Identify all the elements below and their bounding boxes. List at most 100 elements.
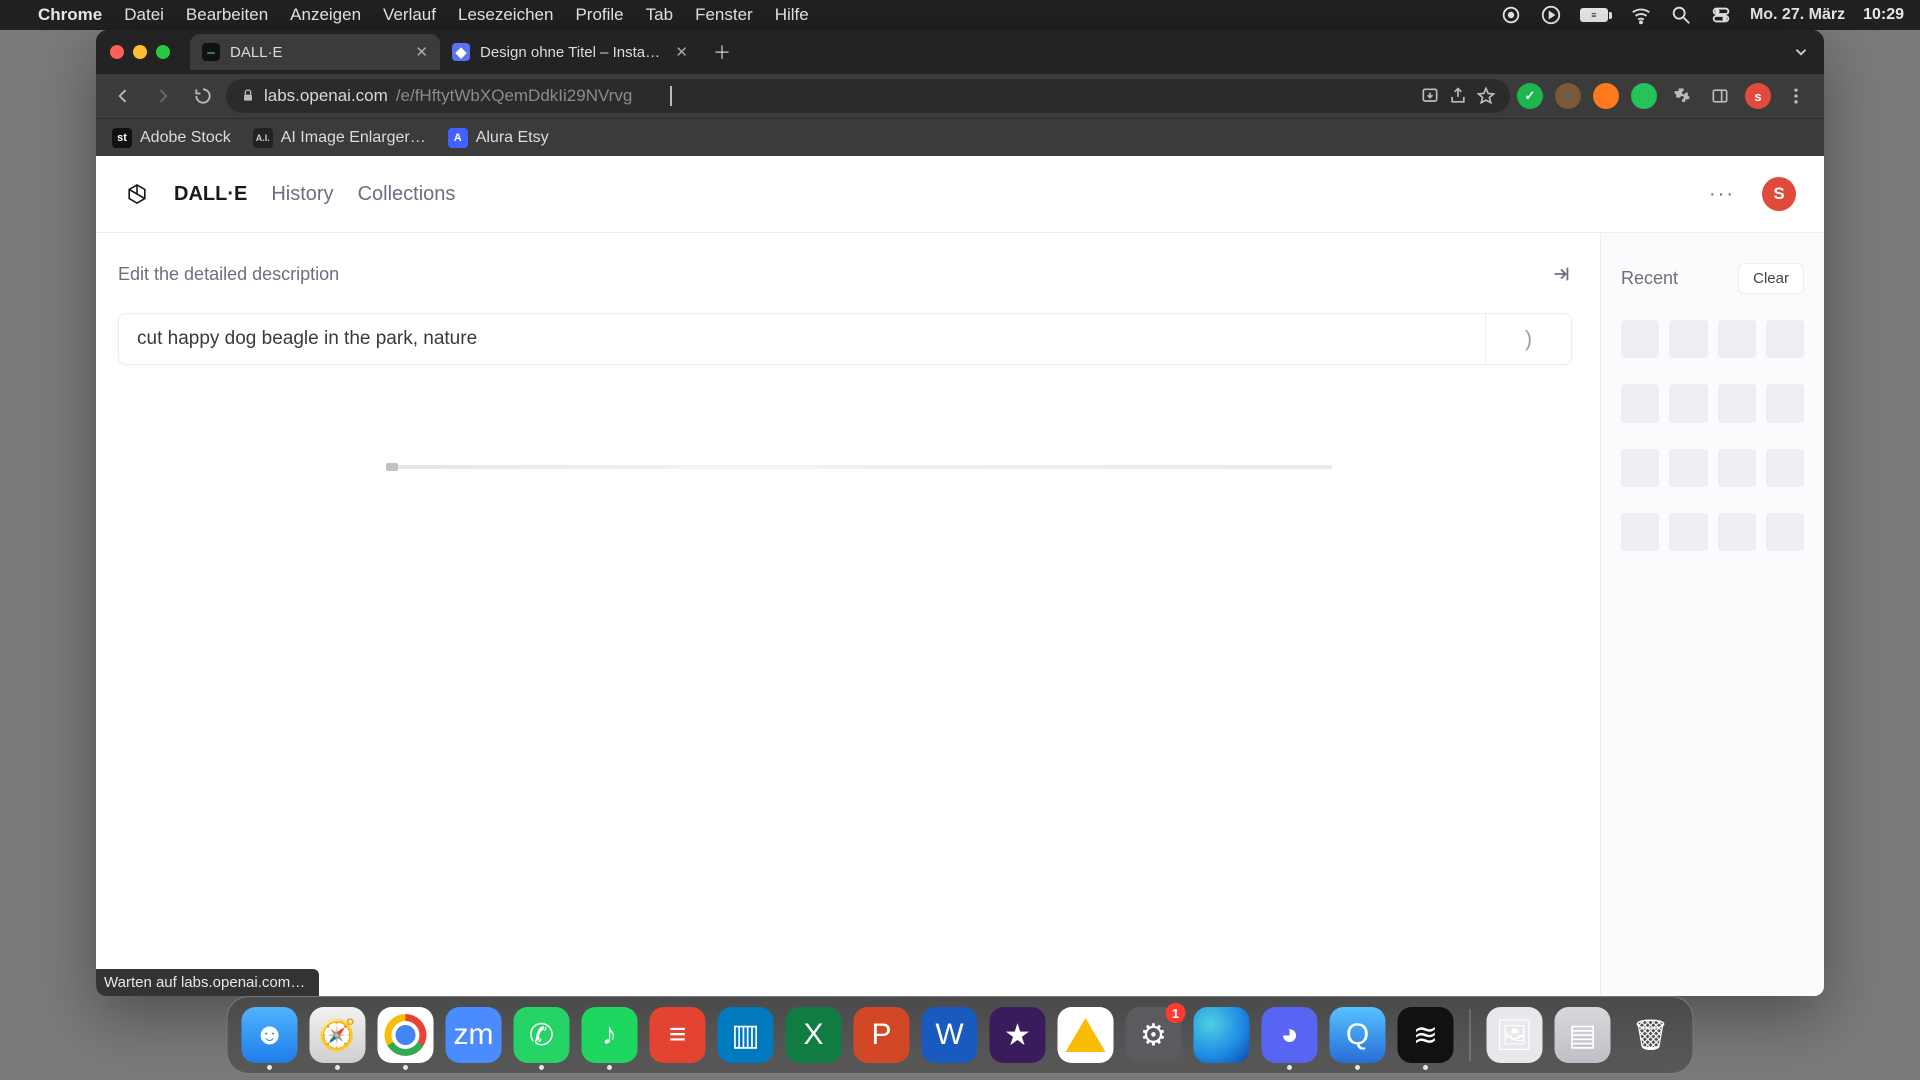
menu-verlauf[interactable]: Verlauf [383,5,436,25]
dock-app-drive[interactable] [1058,1007,1114,1063]
dock-app-preview[interactable]: 🖼 [1487,1007,1543,1063]
bookmark-star-icon[interactable] [1476,86,1496,106]
new-tab-button[interactable]: ＋ [706,36,738,68]
generate-button[interactable]: ) [1485,314,1571,364]
thumb-placeholder[interactable] [1766,320,1804,358]
dock-app-discord[interactable]: ◕ [1262,1007,1318,1063]
bookmark-favicon-icon: A.I. [253,128,273,148]
dock-app-settings[interactable]: ⚙1 [1126,1007,1182,1063]
bookmark-adobe-stock[interactable]: st Adobe Stock [112,128,231,148]
thumb-placeholder[interactable] [1621,449,1659,487]
dock-app-finder[interactable]: ☻ [242,1007,298,1063]
tab-close-button[interactable]: ✕ [415,43,428,61]
menu-profile[interactable]: Profile [575,5,623,25]
play-status-icon[interactable] [1540,4,1562,26]
side-panel-icon[interactable] [1706,82,1734,110]
thumb-placeholder[interactable] [1766,384,1804,422]
menu-datei[interactable]: Datei [124,5,164,25]
thumb-placeholder[interactable] [1669,320,1707,358]
menubar-app-name[interactable]: Chrome [38,5,102,25]
menu-bearbeiten[interactable]: Bearbeiten [186,5,268,25]
extension-adblock-icon[interactable]: ✓ [1516,82,1544,110]
tab-overflow-button[interactable] [1792,43,1810,61]
dock-app-chrome[interactable] [378,1007,434,1063]
chrome-menu-button[interactable] [1782,82,1810,110]
thumb-placeholder[interactable] [1621,320,1659,358]
dock-running-dot-icon [1287,1065,1292,1070]
thumb-placeholder[interactable] [1669,384,1707,422]
thumb-placeholder[interactable] [1718,449,1756,487]
collapse-sidebar-button[interactable] [1550,263,1572,285]
lock-icon[interactable] [240,88,256,104]
thumb-placeholder[interactable] [1669,513,1707,551]
menu-lesezeichen[interactable]: Lesezeichen [458,5,553,25]
dock-app-trash[interactable]: 🗑 [1623,1007,1679,1063]
dock-app-imovie[interactable]: ★ [990,1007,1046,1063]
chrome-profile-avatar[interactable]: s [1744,82,1772,110]
window-fullscreen-button[interactable] [156,45,170,59]
window-minimize-button[interactable] [133,45,147,59]
menu-hilfe[interactable]: Hilfe [775,5,809,25]
address-bar[interactable]: labs.openai.com/e/fHftytWbXQemDdkIi29NVr… [226,79,1510,113]
nav-forward-button[interactable] [146,79,180,113]
bookmark-ai-enlarger[interactable]: A.I. AI Image Enlarger… [253,128,426,148]
prompt-card: ) [118,313,1572,365]
share-page-icon[interactable] [1448,86,1468,106]
dock-app-siri[interactable] [1194,1007,1250,1063]
dock-app-todoist[interactable]: ≡ [650,1007,706,1063]
menu-fenster[interactable]: Fenster [695,5,753,25]
nav-back-button[interactable] [106,79,140,113]
bookmark-alura-etsy[interactable]: A Alura Etsy [448,128,549,148]
nav-reload-button[interactable] [186,79,220,113]
thumb-placeholder[interactable] [1621,384,1659,422]
thumb-placeholder[interactable] [1621,513,1659,551]
dock-app-excel[interactable]: X [786,1007,842,1063]
page-viewport: DALL·E History Collections ··· S Edit th… [96,156,1824,996]
nav-collections[interactable]: Collections [358,183,456,206]
extension-green-icon[interactable] [1630,82,1658,110]
dock-app-trello[interactable]: ▥ [718,1007,774,1063]
dock-app-downloads[interactable]: ▤ [1555,1007,1611,1063]
dock-app-whatsapp[interactable]: ✆ [514,1007,570,1063]
spotlight-icon[interactable] [1670,4,1692,26]
extension-orange-icon[interactable] [1592,82,1620,110]
dock-separator [1470,1009,1471,1061]
prompt-input[interactable] [119,314,1485,364]
nav-history[interactable]: History [271,183,333,206]
control-center-icon[interactable] [1710,4,1732,26]
battery-icon[interactable]: ≡ [1580,8,1612,22]
wifi-icon[interactable] [1630,4,1652,26]
menu-anzeigen[interactable]: Anzeigen [290,5,361,25]
dock-app-voice-memos[interactable]: ≋ [1398,1007,1454,1063]
dock-app-powerpoint[interactable]: P [854,1007,910,1063]
dock-app-zoom[interactable]: zm [446,1007,502,1063]
install-app-icon[interactable] [1420,86,1440,106]
thumb-placeholder[interactable] [1766,449,1804,487]
menubar-date[interactable]: Mo. 27. März [1750,6,1845,24]
menubar-time[interactable]: 10:29 [1863,6,1904,24]
recent-clear-button[interactable]: Clear [1738,263,1804,294]
thumb-placeholder[interactable] [1718,384,1756,422]
openai-logo-icon[interactable] [124,181,150,207]
dock-running-dot-icon [1423,1065,1428,1070]
browser-tab-dalle[interactable]: ⎯ DALL·E ✕ [190,34,440,70]
dock-app-safari[interactable]: 🧭 [310,1007,366,1063]
thumb-placeholder[interactable] [1669,449,1707,487]
tab-close-button[interactable]: ✕ [675,43,688,61]
dock-app-quicktime[interactable]: Q [1330,1007,1386,1063]
window-close-button[interactable] [110,45,124,59]
thumb-placeholder[interactable] [1718,513,1756,551]
extensions-puzzle-icon[interactable] [1668,82,1696,110]
thumb-placeholder[interactable] [1718,320,1756,358]
dock-app-word[interactable]: W [922,1007,978,1063]
screen-record-icon[interactable] [1500,4,1522,26]
extension-brown-icon[interactable] [1554,82,1582,110]
dalle-more-button[interactable]: ··· [1706,183,1738,206]
thumb-placeholder[interactable] [1766,513,1804,551]
browser-tab-canva[interactable]: ◆ Design ohne Titel – Instagram-… ✕ [440,34,700,70]
menu-tab[interactable]: Tab [646,5,673,25]
dalle-user-avatar[interactable]: S [1762,177,1796,211]
dock-app-spotify[interactable]: ♪ [582,1007,638,1063]
prompt-edit-row: Edit the detailed description [118,263,1600,285]
nav-dalle[interactable]: DALL·E [174,183,247,206]
